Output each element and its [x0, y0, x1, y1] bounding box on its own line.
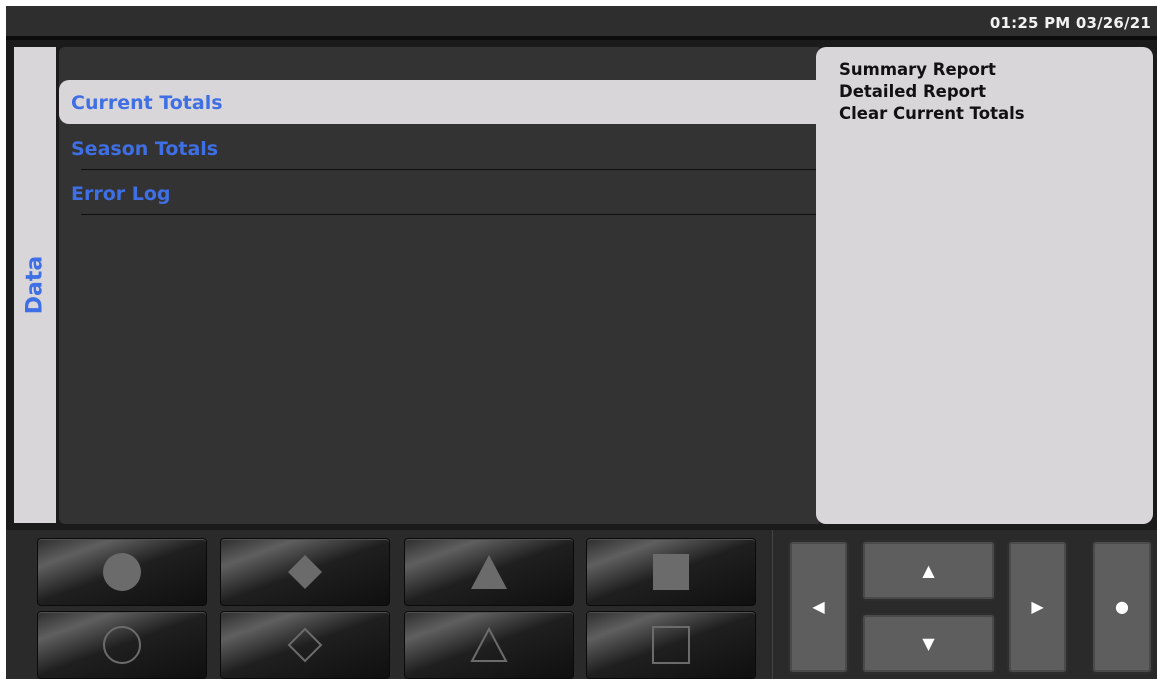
- softkey-filled-square[interactable]: [586, 538, 756, 606]
- arrow-down-icon: ▼: [922, 633, 935, 653]
- softkey-outline-diamond[interactable]: [220, 611, 390, 679]
- softkey-outline-triangle[interactable]: [404, 611, 574, 679]
- actions-panel: Summary Report Detailed Report Clear Cur…: [816, 47, 1153, 524]
- softkey-filled-triangle[interactable]: [404, 538, 574, 606]
- menu-item-season-totals[interactable]: Season Totals: [59, 126, 817, 170]
- section-tab-data[interactable]: Data: [14, 47, 56, 523]
- nav-right-button[interactable]: ▶: [1007, 540, 1068, 674]
- nav-up-button[interactable]: ▲: [861, 540, 996, 601]
- outline-triangle-icon: [470, 627, 508, 662]
- divider: [81, 214, 817, 215]
- action-detailed-report[interactable]: Detailed Report: [839, 82, 986, 101]
- filled-diamond-icon: [288, 555, 322, 589]
- softkey-filled-diamond[interactable]: [220, 538, 390, 606]
- menu-item-label: Season Totals: [71, 138, 219, 160]
- datetime-display: 01:25 PM 03/26/21: [989, 14, 1151, 32]
- menu-item-label: Error Log: [71, 183, 171, 205]
- arrow-left-icon: ◀: [812, 597, 825, 616]
- filled-square-icon: [653, 554, 689, 590]
- softkey-filled-circle[interactable]: [37, 538, 207, 606]
- select-button[interactable]: ●: [1091, 540, 1153, 674]
- softkey-outline-circle[interactable]: [37, 611, 207, 679]
- nav-left-button[interactable]: ◀: [788, 540, 849, 674]
- outline-diamond-icon: [287, 627, 323, 663]
- menu-item-current-totals[interactable]: Current Totals: [59, 80, 817, 124]
- select-dot-icon: ●: [1115, 597, 1129, 616]
- section-tab-label: Data: [22, 255, 48, 315]
- softkey-outline-square[interactable]: [586, 611, 756, 679]
- outline-circle-icon: [103, 626, 141, 664]
- nav-down-button[interactable]: ▼: [861, 613, 996, 674]
- menu-item-error-log[interactable]: Error Log: [59, 171, 817, 215]
- outline-square-icon: [652, 626, 690, 664]
- arrow-up-icon: ▲: [922, 560, 935, 580]
- action-clear-current-totals[interactable]: Clear Current Totals: [839, 104, 1025, 123]
- divider: [772, 530, 773, 679]
- menu-item-label: Current Totals: [71, 92, 223, 114]
- filled-triangle-icon: [471, 555, 507, 589]
- action-summary-report[interactable]: Summary Report: [839, 60, 996, 79]
- menu-list: Current Totals Season Totals Error Log: [59, 47, 819, 524]
- status-bar: 01:25 PM 03/26/21: [6, 6, 1157, 40]
- arrow-right-icon: ▶: [1031, 597, 1044, 616]
- divider: [81, 169, 817, 170]
- filled-circle-icon: [103, 553, 141, 591]
